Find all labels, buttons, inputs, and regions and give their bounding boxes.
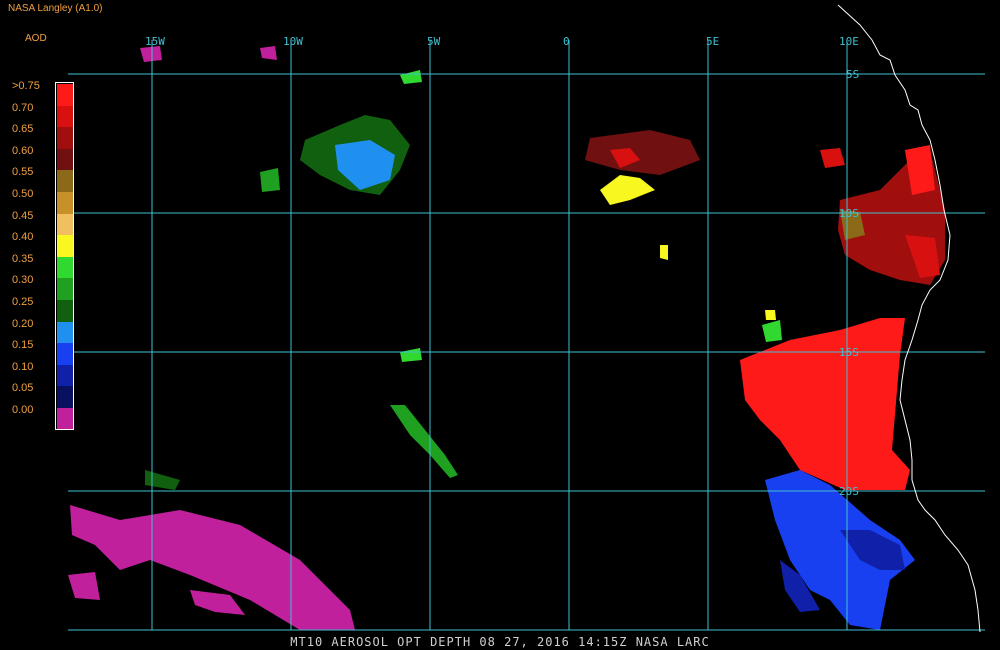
legend-label: 0.40 [12,231,34,244]
lat-label-15s: 15S [839,346,859,359]
legend-label: 0.25 [12,296,34,308]
aerosol-patch [660,245,668,260]
lon-label-10e: 10E [839,35,859,48]
aerosol-patch [762,320,782,342]
lon-label-10w: 10W [283,35,303,48]
aerosol-patch [765,310,776,320]
aod-map-display: NASA Langley (A1.0) AOD 15W 10W 5W 0 5E … [0,0,1000,650]
legend-label: 0.55 [12,166,34,179]
aerosol-patch [260,46,277,60]
aerosol-patch [740,318,910,490]
legend-label: 0.05 [12,382,34,395]
lon-label-15w: 15W [145,35,165,48]
lat-label-5s: 5S [846,68,859,81]
aerosol-patch [260,168,280,192]
aerosol-patch [585,130,700,175]
lon-label-0: 0 [563,35,570,48]
aerosol-patch [68,572,100,600]
legend-label: >0.75 [12,80,40,92]
legend-label: 0.50 [12,188,34,200]
aerosol-patch [600,175,655,205]
legend-label: 0.00 [12,404,34,416]
legend-label: 0.45 [12,209,34,222]
lat-label-10s: 10S [839,207,859,220]
map-caption: MT10 AEROSOL OPT DEPTH 08 27, 2016 14:15… [290,635,710,649]
aerosol-patch [390,405,458,478]
legend-label: 0.10 [12,360,34,373]
lat-label-20s: 20S [839,485,859,498]
aerosol-patch [820,148,845,168]
legend-label: 0.35 [12,252,34,265]
legend-frame [55,82,74,430]
lon-label-5e: 5E [706,35,719,48]
legend-label: 0.15 [12,339,34,352]
legend-label: 0.60 [12,144,34,157]
legend-label: 0.30 [12,274,34,287]
aerosol-patch [70,505,355,630]
legend-label: 0.65 [12,123,34,136]
aerosol-patch [400,70,422,84]
aerosol-patch [145,470,180,490]
map-canvas: 15W 10W 5W 0 5E 10E 5S 10S 15S 20S [68,4,985,633]
aerosol-patches [68,46,945,630]
aerosol-patch [140,46,162,62]
legend-label: 0.70 [12,101,34,114]
aerosol-patch [400,348,422,362]
legend-label: 0.20 [12,317,34,330]
lon-label-5w: 5W [427,35,441,48]
